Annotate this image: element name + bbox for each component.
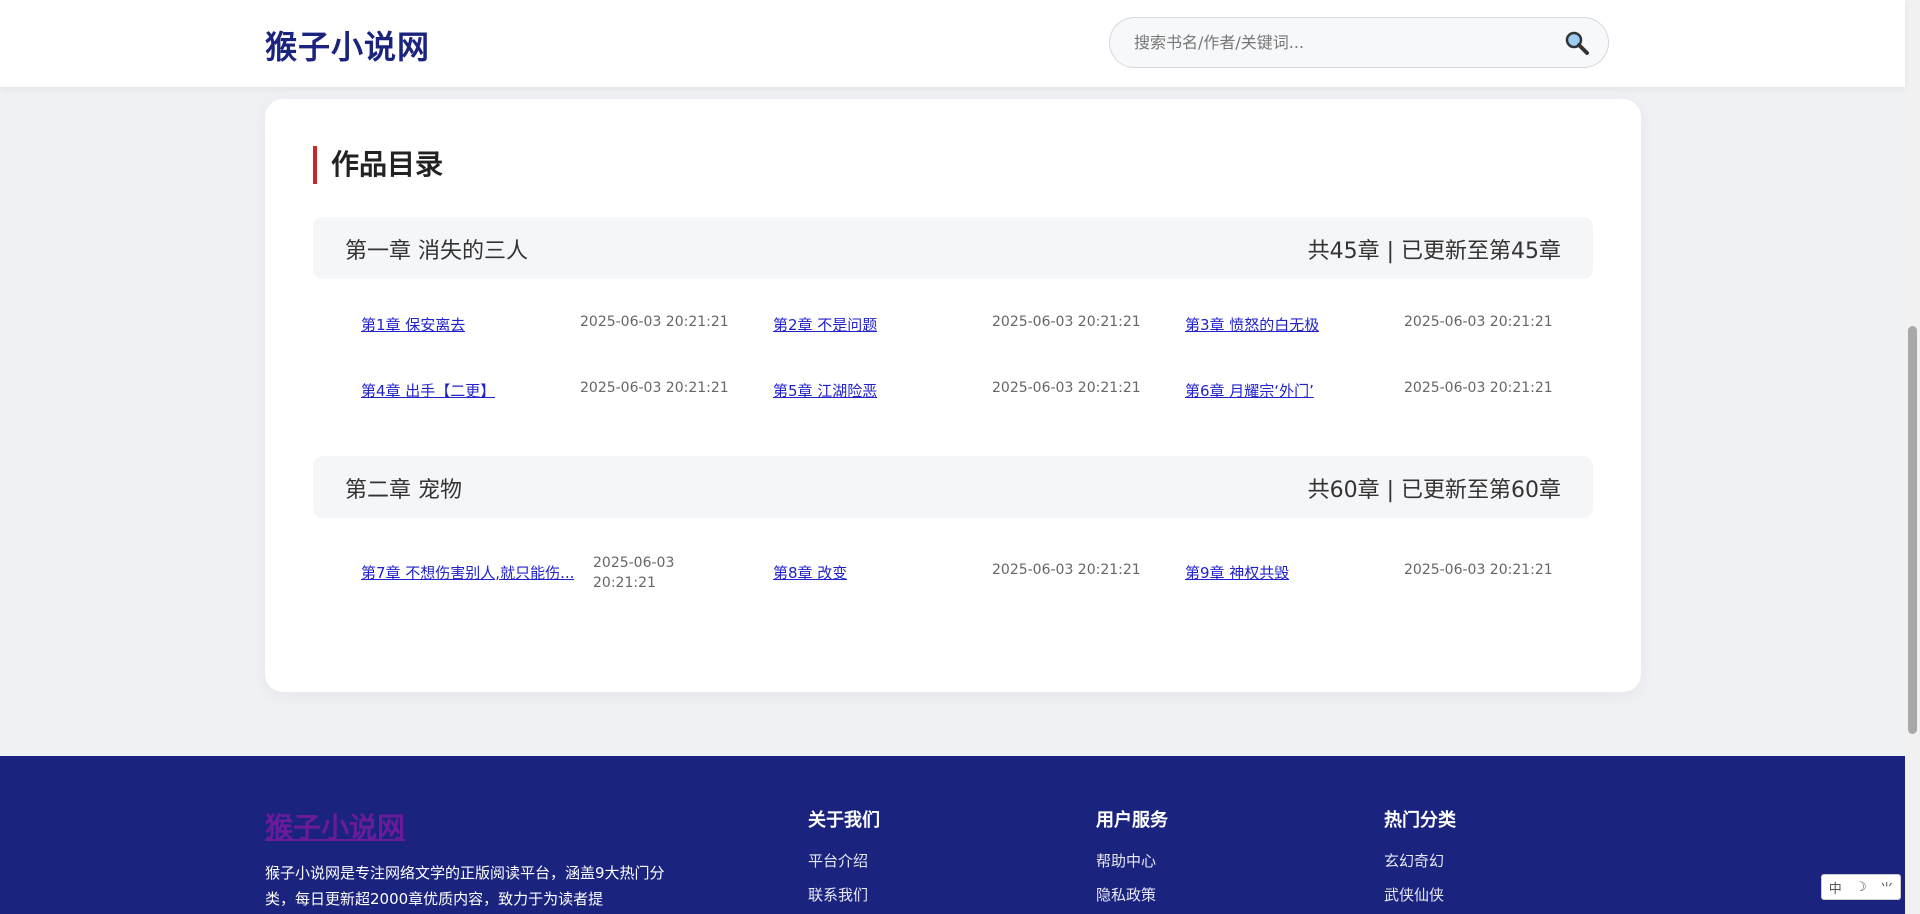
- footer-column-categories: 热门分类 玄幻奇幻 武侠仙侠: [1384, 806, 1456, 912]
- footer-link[interactable]: 联系我们: [808, 878, 880, 912]
- chapter-link[interactable]: 第8章 改变: [773, 562, 847, 583]
- chapter-link[interactable]: 第3章 愤怒的白无极: [1185, 314, 1319, 335]
- ime-toolbar[interactable]: 中 ☽ ⺌: [1821, 874, 1901, 900]
- chapter-item: 第2章 不是问题 2025-06-03 20:21:21: [773, 306, 1153, 346]
- chapter-date: 2025-06-03 20:21:21: [1404, 380, 1553, 396]
- chapter-item: 第4章 出手【二更】 2025-06-03 20:21:21: [361, 372, 741, 412]
- catalog-title: 作品目录: [313, 146, 443, 184]
- footer-column-about: 关于我们 平台介绍 联系我们: [808, 806, 880, 912]
- chapter-date: 2025-06-03 20:21:21: [992, 314, 1141, 330]
- footer-column-heading: 关于我们: [808, 810, 880, 831]
- footer-column-services: 用户服务 帮助中心 隐私政策: [1096, 806, 1168, 912]
- chapter-link[interactable]: 第5章 江湖险恶: [773, 380, 877, 401]
- punctuation-icon[interactable]: ⺌: [1880, 878, 1893, 897]
- moon-icon[interactable]: ☽: [1855, 880, 1867, 895]
- search-box: [1109, 17, 1609, 68]
- chapter-item: 第9章 神权共毁 2025-06-03 20:21:21: [1185, 554, 1565, 594]
- footer-column-heading: 用户服务: [1096, 810, 1168, 831]
- chapter-link[interactable]: 第9章 神权共毁: [1185, 562, 1289, 583]
- chapter-date: 2025-06-03 20:21:21: [580, 380, 729, 396]
- volume-header: 第二章 宠物 共60章 | 已更新至第60章: [313, 456, 1593, 518]
- chapter-date: 2025-06-03 20:21:21: [992, 380, 1141, 396]
- volume-name: 第一章 消失的三人: [345, 239, 528, 264]
- search-input[interactable]: [1134, 18, 1544, 67]
- search-button[interactable]: [1564, 30, 1590, 56]
- site-header: 猴子小说网: [0, 0, 1905, 87]
- chapter-item: 第5章 江湖险恶 2025-06-03 20:21:21: [773, 372, 1153, 412]
- chapter-item: 第3章 愤怒的白无极 2025-06-03 20:21:21: [1185, 306, 1565, 346]
- footer-description: 猴子小说网是专注网络文学的正版阅读平台，涵盖9大热门分类，每日更新超2000章优…: [265, 864, 665, 908]
- footer-link[interactable]: 玄幻奇幻: [1384, 844, 1456, 878]
- footer-logo[interactable]: 猴子小说网: [265, 806, 405, 846]
- catalog-card: 作品目录 第一章 消失的三人 共45章 | 已更新至第45章 第1章 保安离去 …: [265, 99, 1641, 692]
- volume-header: 第一章 消失的三人 共45章 | 已更新至第45章: [313, 217, 1593, 279]
- chapter-link[interactable]: 第1章 保安离去: [361, 314, 465, 335]
- chapter-date: 2025-06-03 20:21:21: [1404, 314, 1553, 330]
- footer-link[interactable]: 隐私政策: [1096, 878, 1168, 912]
- ime-mode-toggle[interactable]: 中: [1829, 878, 1842, 897]
- site-footer: 猴子小说网 猴子小说网是专注网络文学的正版阅读平台，涵盖9大热门分类，每日更新超…: [0, 756, 1905, 914]
- chapter-link[interactable]: 第2章 不是问题: [773, 314, 877, 335]
- chapter-date: 2025-06-03 20:21:21: [593, 555, 675, 591]
- chapter-link[interactable]: 第6章 月耀宗‘外门’: [1185, 380, 1314, 401]
- volume-name: 第二章 宠物: [345, 478, 462, 503]
- page-scrollbar[interactable]: [1905, 0, 1920, 914]
- chapter-link[interactable]: 第4章 出手【二更】: [361, 380, 495, 401]
- site-logo[interactable]: 猴子小说网: [265, 22, 430, 68]
- footer-link[interactable]: 帮助中心: [1096, 844, 1168, 878]
- footer-link[interactable]: 武侠仙侠: [1384, 878, 1456, 912]
- chapter-item: 第7章 不想伤害别人,就只能伤... 2025-06-03 20:21:21: [361, 554, 741, 594]
- search-icon: [1565, 31, 1589, 55]
- chapter-item: 第6章 月耀宗‘外门’ 2025-06-03 20:21:21: [1185, 372, 1565, 412]
- footer-column-heading: 热门分类: [1384, 810, 1456, 831]
- chapter-date: 2025-06-03 20:21:21: [580, 314, 729, 330]
- chapter-date: 2025-06-03 20:21:21: [1404, 562, 1553, 578]
- chapter-date: 2025-06-03 20:21:21: [992, 562, 1141, 578]
- footer-link[interactable]: 平台介绍: [808, 844, 880, 878]
- volume-count: 共60章 | 已更新至第60章: [1307, 478, 1561, 503]
- volume-count: 共45章 | 已更新至第45章: [1307, 239, 1561, 264]
- chapter-link[interactable]: 第7章 不想伤害别人,就只能伤...: [361, 562, 574, 583]
- chapter-item: 第1章 保安离去 2025-06-03 20:21:21: [361, 306, 741, 346]
- scrollbar-thumb[interactable]: [1908, 326, 1917, 734]
- chapter-item: 第8章 改变 2025-06-03 20:21:21: [773, 554, 1153, 594]
